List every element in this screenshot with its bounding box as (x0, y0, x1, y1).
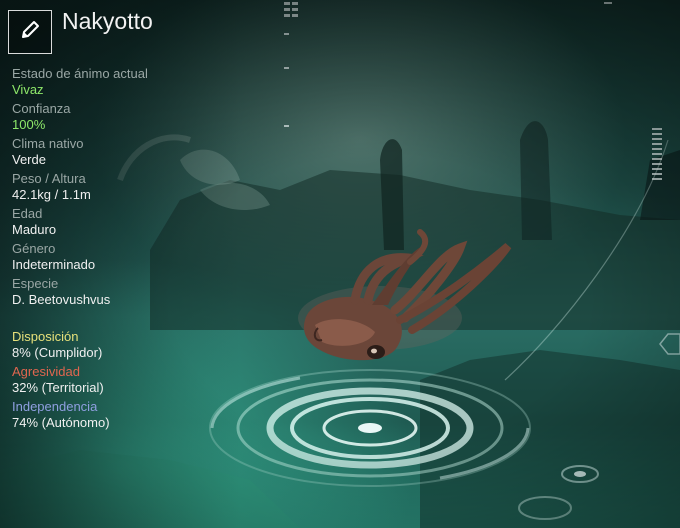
pencil-icon (19, 19, 41, 46)
stat-value: Verde (12, 152, 46, 167)
creature-stats: Estado de ánimo actual Vivaz Confianza 1… (12, 66, 232, 311)
trait-label: Disposición (12, 329, 79, 344)
stat-value: Vivaz (12, 82, 44, 97)
stat-gender: Género Indeterminado (12, 241, 232, 273)
stat-weight-height: Peso / Altura 42.1kg / 1.1m (12, 171, 232, 203)
stat-mood: Estado de ánimo actual Vivaz (12, 66, 232, 98)
trait-aggression: Agresividad 32% (Territorial) (12, 364, 232, 396)
rename-button[interactable] (8, 10, 52, 54)
stat-label: Edad (12, 206, 43, 221)
stat-value: Maduro (12, 222, 57, 237)
stat-label: Género (12, 241, 56, 256)
stat-label: Peso / Altura (12, 171, 86, 186)
creature-scan-view: Nakyotto Estado de ánimo actual Vivaz Co… (0, 0, 680, 528)
stat-value: D. Beetovushvus (12, 292, 111, 307)
trait-value: 74% (Autónomo) (12, 415, 110, 430)
stat-label: Clima nativo (12, 136, 84, 151)
trait-independence: Independencia 74% (Autónomo) (12, 399, 232, 431)
trait-label: Agresividad (12, 364, 80, 379)
stat-label: Especie (12, 276, 59, 291)
creature-traits: Disposición 8% (Cumplidor) Agresividad 3… (12, 329, 232, 434)
stat-species: Especie D. Beetovushvus (12, 276, 232, 308)
stat-value: 100% (12, 117, 46, 132)
stat-value: Indeterminado (12, 257, 96, 272)
stat-label: Estado de ánimo actual (12, 66, 148, 81)
trait-value: 8% (Cumplidor) (12, 345, 103, 360)
stat-climate: Clima nativo Verde (12, 136, 232, 168)
stat-age: Edad Maduro (12, 206, 232, 238)
trait-label: Independencia (12, 399, 98, 414)
stat-label: Confianza (12, 101, 71, 116)
creature-name: Nakyotto (62, 8, 153, 34)
trait-value: 32% (Territorial) (12, 380, 104, 395)
stat-trust: Confianza 100% (12, 101, 232, 133)
stat-value: 42.1kg / 1.1m (12, 187, 91, 202)
trait-disposition: Disposición 8% (Cumplidor) (12, 329, 232, 361)
